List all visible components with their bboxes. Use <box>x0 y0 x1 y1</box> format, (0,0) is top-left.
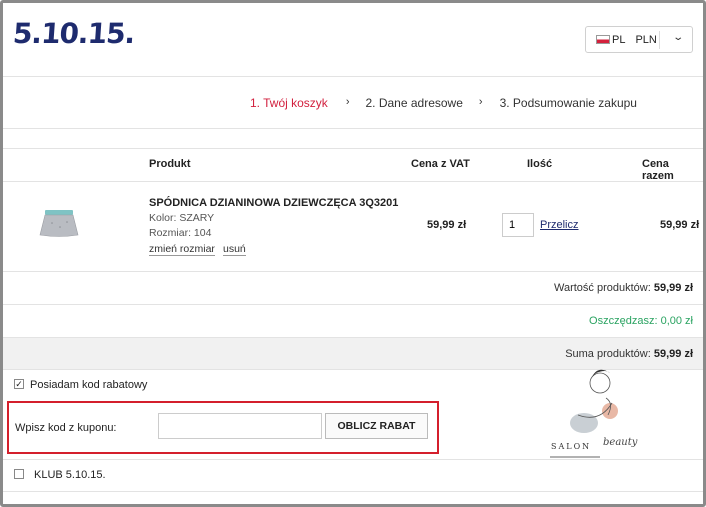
coupon-input-label: Wpisz kod z kuponu: <box>15 422 117 434</box>
remove-item-link[interactable]: usuń <box>223 243 246 256</box>
quantity-input[interactable] <box>502 213 534 237</box>
brand-logo[interactable]: 5.10.15. <box>12 17 136 50</box>
coupon-code-input[interactable] <box>158 413 322 439</box>
product-size: Rozmiar: 104 <box>149 227 212 239</box>
watermark-text: SALON <box>551 442 592 451</box>
step-separator: › <box>478 96 483 108</box>
line-total: 59,99 zł <box>660 219 700 231</box>
divider <box>3 304 703 305</box>
products-sum-label: Suma produktów: <box>565 348 651 360</box>
products-value-row: Wartość produktów: 59,99 zł <box>554 282 693 294</box>
products-value-amount: 59,99 zł <box>653 282 693 294</box>
header-total: Cena razem <box>642 158 674 182</box>
savings-amount: 0,00 zł <box>660 315 693 327</box>
products-sum-row: Suma produktów: 59,99 zł <box>565 348 693 360</box>
divider <box>3 148 703 149</box>
savings-label: Oszczędzasz: <box>589 315 658 327</box>
header-price: Cena z VAT <box>411 158 470 170</box>
step-cart[interactable]: 1. Twój koszyk <box>250 96 328 110</box>
step-separator: › <box>345 96 350 108</box>
club-checkbox[interactable] <box>14 469 24 479</box>
divider <box>3 128 703 129</box>
page-frame: 5.10.15. PL PLN ⌄ 1. Twój koszyk › 2. Da… <box>0 0 706 507</box>
step-address[interactable]: 2. Dane adresowe <box>365 96 462 110</box>
chevron-down-icon[interactable]: ⌄ <box>672 32 684 43</box>
header-product: Produkt <box>149 158 191 170</box>
coupon-checkbox[interactable]: ✓ <box>14 379 24 389</box>
club-checkbox-label[interactable]: KLUB 5.10.15. <box>34 469 106 481</box>
calculate-discount-button[interactable]: OBLICZ RABAT <box>325 413 428 439</box>
product-thumbnail[interactable] <box>38 208 80 238</box>
language-code: PL <box>612 33 626 46</box>
product-name[interactable]: SPÓDNICA DZIANINOWA DZIEWCZĘCA 3Q3201 <box>149 197 398 209</box>
language-currency-selector[interactable]: PL PLN ⌄ <box>585 26 693 53</box>
currency-code: PLN <box>635 33 657 46</box>
divider <box>3 337 703 338</box>
divider <box>3 491 703 492</box>
divider <box>3 76 703 77</box>
watermark-script: beauty <box>603 437 638 448</box>
divider <box>3 459 703 460</box>
recalculate-link[interactable]: Przelicz <box>540 219 579 231</box>
products-value-label: Wartość produktów: <box>554 282 651 294</box>
product-color: Kolor: SZARY <box>149 212 215 224</box>
unit-price: 59,99 zł <box>427 219 467 231</box>
divider <box>3 271 703 272</box>
savings-row: Oszczędzasz: 0,00 zł <box>589 315 693 327</box>
header-qty: Ilość <box>527 158 553 170</box>
change-size-link[interactable]: zmień rozmiar <box>149 243 215 256</box>
coupon-checkbox-label[interactable]: Posiadam kod rabatowy <box>30 379 147 391</box>
divider <box>3 181 703 182</box>
checkout-steps: 1. Twój koszyk › 2. Dane adresowe › 3. P… <box>250 96 637 110</box>
products-sum-amount: 59,99 zł <box>653 348 693 360</box>
poland-flag-icon <box>596 35 610 44</box>
selector-divider <box>659 31 660 49</box>
step-summary[interactable]: 3. Podsumowanie zakupu <box>500 96 637 110</box>
